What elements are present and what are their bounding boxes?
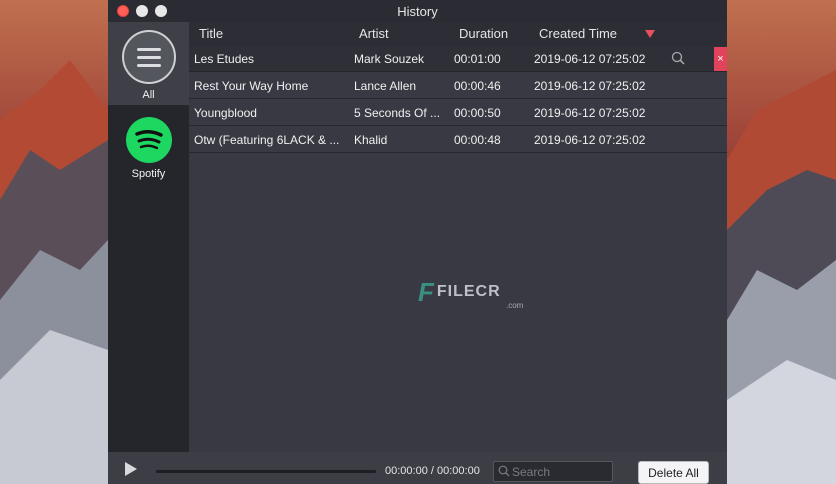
minimize-window-button[interactable] [136,5,148,17]
row-title: Rest Your Way Home [194,79,309,93]
row-artist: Khalid [354,133,388,147]
table-row[interactable]: Youngblood 5 Seconds Of ... 00:00:50 201… [189,100,727,126]
sort-descending-icon[interactable] [645,30,655,38]
row-delete-button[interactable]: × [714,47,727,71]
row-created-time: 2019-06-12 07:25:02 [534,79,646,93]
row-duration: 00:00:46 [454,79,501,93]
row-duration: 00:01:00 [454,52,501,66]
delete-all-button[interactable]: Delete All [638,461,709,484]
row-title: Otw (Featuring 6LACK & ... [194,133,340,147]
watermark-logo: F FILECR .com [418,277,523,310]
sidebar-item-all[interactable]: All [108,22,189,105]
row-artist: 5 Seconds Of ... [354,106,441,120]
table-row[interactable]: Les Etudes Mark Souzek 00:01:00 2019-06-… [189,46,727,72]
row-created-time: 2019-06-12 07:25:02 [534,133,646,147]
sidebar-item-spotify[interactable]: Spotify [108,117,189,187]
row-artist: Mark Souzek [354,52,425,66]
sidebar-item-label: All [142,89,155,101]
row-title: Les Etudes [194,52,255,66]
player-bar: 00:00:00 / 00:00:00 Delete All [108,452,727,484]
history-window: History All Spotify Title Artist Duratio… [108,0,727,484]
menu-icon [121,30,176,84]
desktop-wallpaper-left [0,0,108,484]
table-row[interactable]: Otw (Featuring 6LACK & ... Khalid 00:00:… [189,127,727,153]
column-header-title[interactable]: Title [199,26,223,41]
row-duration: 00:00:48 [454,133,501,147]
playback-time: 00:00:00 / 00:00:00 [385,465,480,477]
row-title: Youngblood [194,106,257,120]
table-row[interactable]: Rest Your Way Home Lance Allen 00:00:46 … [189,73,727,99]
sidebar: All Spotify [108,22,189,452]
column-header-created-time[interactable]: Created Time [539,26,617,41]
row-created-time: 2019-06-12 07:25:02 [534,52,646,66]
watermark-suffix: .com [506,301,524,310]
column-header-artist[interactable]: Artist [359,26,389,41]
row-artist: Lance Allen [354,79,417,93]
sidebar-item-label: Spotify [131,168,166,180]
play-icon[interactable] [125,462,137,476]
row-duration: 00:00:50 [454,106,501,120]
column-header-duration[interactable]: Duration [459,26,508,41]
table-header: Title Artist Duration Created Time [189,22,727,46]
watermark-text: FILECR [436,283,501,300]
title-bar: History [108,0,727,22]
spotify-icon [125,117,172,163]
search-input[interactable] [512,463,610,480]
row-created-time: 2019-06-12 07:25:02 [534,106,646,120]
history-table: Title Artist Duration Created Time Les E… [189,22,727,452]
desktop-wallpaper-right [727,0,836,484]
search-field[interactable] [493,461,613,482]
close-window-button[interactable] [117,5,129,17]
playback-progress-bar[interactable] [156,470,376,473]
search-icon[interactable] [671,51,685,65]
watermark-letter: F [418,277,434,307]
search-icon [498,465,510,477]
window-title: History [397,3,438,19]
maximize-window-button[interactable] [155,5,167,17]
